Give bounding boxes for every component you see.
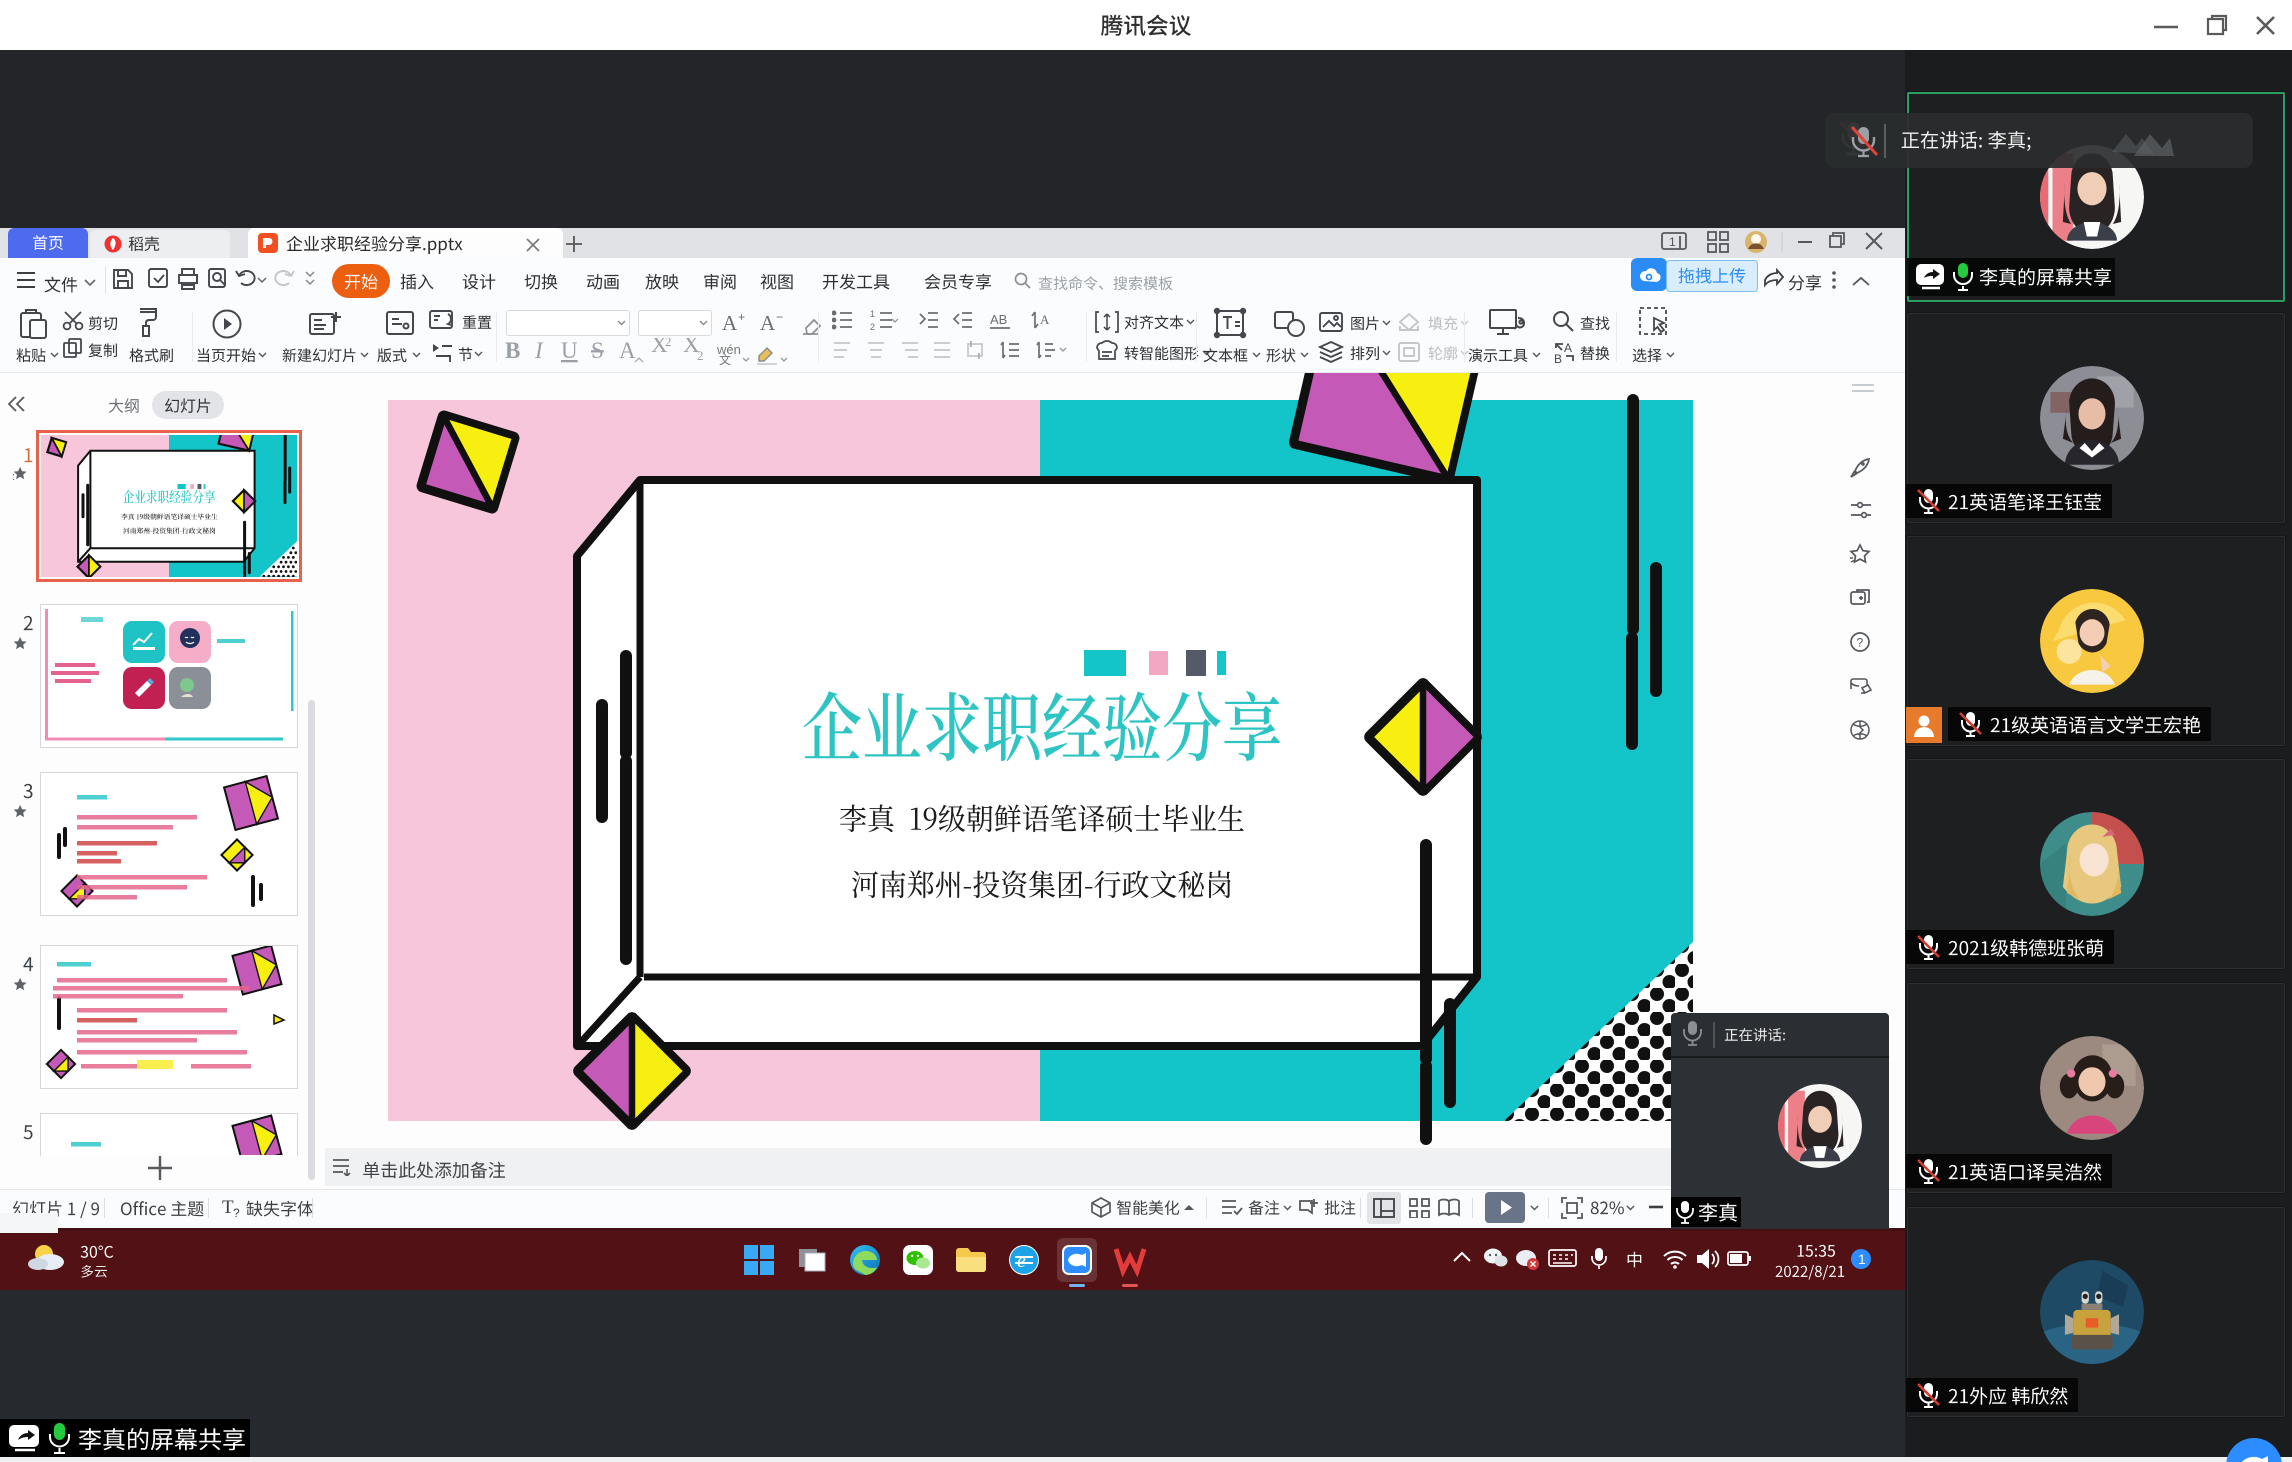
svg-text:+: + [738,310,745,324]
svg-text:AB: AB [990,312,1007,327]
svg-text:−: − [776,310,783,324]
svg-text:e: e [1017,1250,1026,1272]
svg-text:B: B [505,338,520,363]
svg-text:1: 1 [870,310,875,319]
svg-text:1: 1 [1858,1251,1866,1267]
svg-text::: : [12,471,15,482]
svg-text:1: 1 [1669,235,1676,249]
svg-text:A: A [1564,341,1572,355]
svg-text:A: A [1040,312,1050,327]
svg-text:A: A [722,311,738,335]
svg-text:I: I [534,338,544,363]
svg-text:?: ? [1857,636,1864,650]
svg-text:A: A [760,311,776,335]
svg-text:?: ? [233,1206,240,1219]
svg-text:2: 2 [665,338,672,349]
svg-text:2: 2 [870,322,875,332]
